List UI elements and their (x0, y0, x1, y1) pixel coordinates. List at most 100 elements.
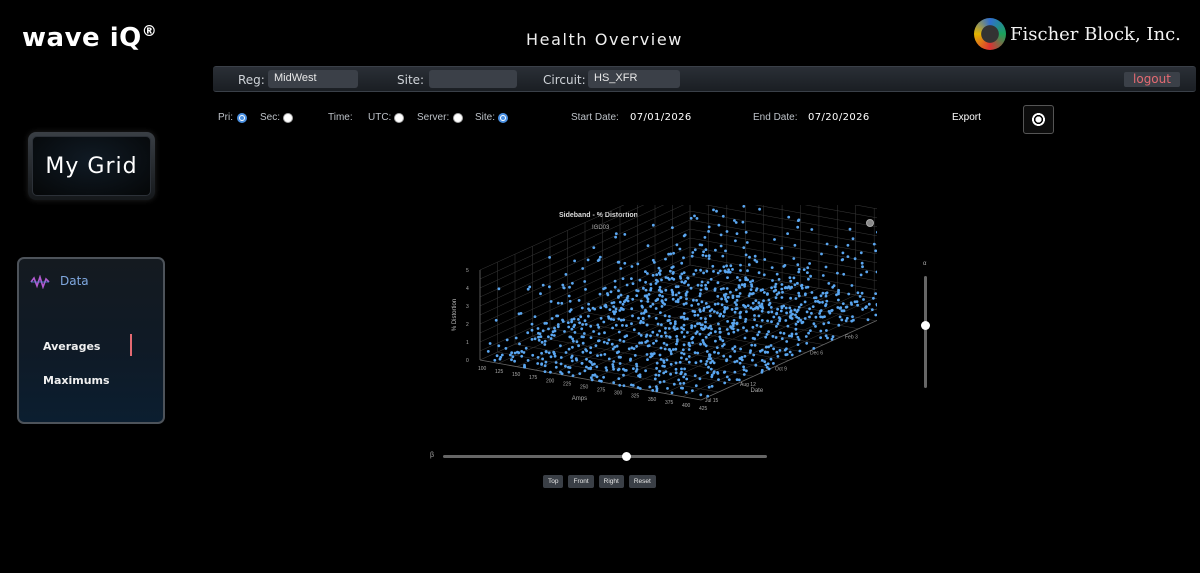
view-front-button[interactable]: Front (568, 475, 594, 488)
data-point (824, 265, 828, 269)
data-point (842, 272, 846, 276)
data-point (750, 283, 753, 286)
data-point (743, 284, 746, 288)
data-point (633, 354, 637, 357)
data-point (819, 294, 823, 298)
data-point (624, 369, 628, 372)
data-point (734, 288, 738, 292)
site-select[interactable] (429, 70, 517, 88)
view-top-button[interactable]: Top (543, 475, 564, 488)
data-point (603, 331, 606, 335)
circuit-select[interactable]: HS_XFR (588, 70, 680, 88)
view-reset-button[interactable]: Reset (628, 475, 656, 488)
data-point (573, 259, 576, 263)
alpha-slider-track[interactable] (924, 276, 927, 388)
export-icon[interactable] (1023, 105, 1054, 134)
data-point (809, 329, 812, 332)
view-right-button[interactable]: Right (598, 475, 624, 488)
data-point (682, 256, 685, 260)
data-point (706, 281, 710, 284)
utc-radio[interactable] (394, 113, 404, 123)
data-point (533, 337, 537, 341)
data-point (598, 255, 602, 259)
data-point (755, 324, 759, 327)
data-point (704, 248, 708, 251)
data-point (693, 214, 696, 218)
beta-slider-thumb[interactable] (622, 452, 631, 461)
data-point (797, 305, 801, 309)
data-point (860, 261, 864, 265)
sec-radio[interactable] (283, 113, 293, 123)
data-point (724, 249, 727, 253)
data-point (745, 369, 748, 373)
data-point (805, 341, 809, 345)
data-point (858, 295, 862, 298)
data-point (728, 355, 732, 358)
data-point (720, 297, 723, 301)
data-point (554, 361, 558, 364)
data-point (699, 288, 703, 292)
data-point (611, 326, 614, 330)
data-point (743, 354, 747, 358)
export-button[interactable]: Export (952, 112, 981, 123)
data-point (687, 348, 691, 351)
x-tick-label: 175 (529, 375, 538, 381)
start-date-input[interactable]: 07/01/2026 (630, 112, 692, 123)
data-point (685, 290, 689, 294)
server-radio[interactable] (453, 113, 463, 123)
sidebar-item-averages[interactable]: Averages (43, 340, 100, 353)
my-grid-button[interactable]: My Grid (28, 132, 155, 200)
data-point (744, 230, 748, 234)
y-axis-title: Date (751, 388, 764, 394)
data-point (669, 321, 672, 325)
data-point (500, 353, 504, 357)
data-point (699, 268, 702, 272)
x-tick-label: 325 (631, 394, 640, 400)
region-select[interactable]: MidWest (268, 70, 358, 88)
data-point (589, 351, 592, 354)
data-point (544, 360, 548, 364)
data-point (625, 283, 629, 287)
data-point (753, 314, 756, 317)
data-point (505, 338, 509, 342)
data-point (539, 292, 542, 296)
data-point (831, 335, 835, 339)
data-point (788, 350, 792, 354)
data-point (819, 329, 823, 333)
data-point (498, 357, 502, 361)
scatter-3d-plot[interactable]: 1001251501752002252502753003253503754004… (407, 205, 877, 430)
site-radio[interactable] (498, 113, 508, 123)
data-point (646, 272, 649, 275)
data-point (752, 292, 755, 295)
data-point (780, 337, 784, 340)
data-point (821, 291, 825, 295)
data-point (682, 381, 686, 385)
data-point (494, 318, 498, 322)
data-point (653, 377, 657, 381)
data-point (691, 389, 694, 392)
data-point (775, 293, 779, 296)
data-point (564, 273, 568, 276)
alpha-slider-thumb[interactable] (921, 321, 930, 330)
beta-slider-track[interactable] (443, 455, 767, 458)
chart-settings-dot[interactable] (866, 219, 874, 227)
data-point (622, 308, 625, 311)
data-point (540, 351, 543, 355)
data-point (539, 335, 543, 338)
data-point (850, 284, 854, 287)
data-point (589, 376, 593, 379)
data-point (675, 335, 679, 338)
data-point (622, 373, 625, 377)
chart-container[interactable]: Sideband - % Distortion IGD03 100 125 150 1… (407, 205, 877, 430)
sidebar-item-maximums[interactable]: Maximums (43, 374, 110, 387)
data-point (687, 360, 691, 364)
data-point (698, 294, 702, 298)
logout-button[interactable]: logout (1124, 72, 1180, 87)
pri-radio[interactable] (237, 113, 247, 123)
end-date-label: End Date: (753, 112, 798, 123)
end-date-input[interactable]: 07/20/2026 (808, 112, 870, 123)
data-point (695, 217, 699, 220)
data-point (705, 269, 709, 273)
data-point (675, 342, 678, 346)
data-point (578, 321, 581, 325)
